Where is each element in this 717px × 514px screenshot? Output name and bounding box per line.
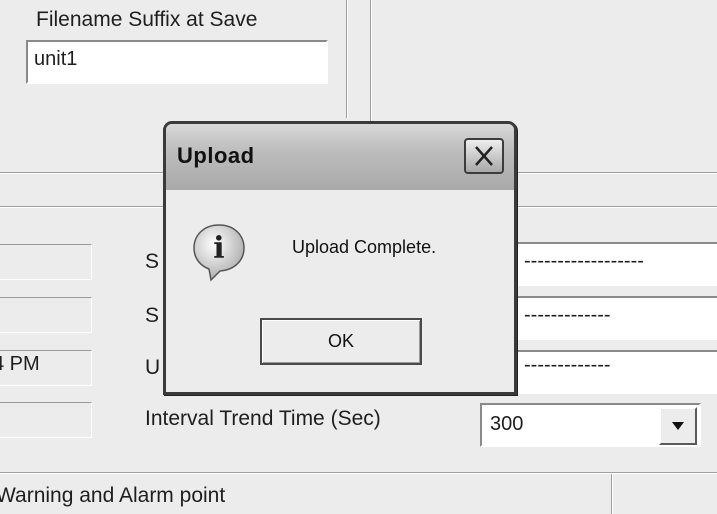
left-field-4-value (0, 403, 91, 407)
left-field-4[interactable] (0, 402, 92, 438)
bottom-divider (611, 474, 613, 514)
dialog-message: Upload Complete. (292, 237, 437, 257)
interval-trend-label: Interval Trend Time (Sec) (145, 407, 381, 430)
right-field-2[interactable]: ------------- (500, 296, 717, 340)
left-field-3[interactable]: 4 PM (0, 350, 92, 386)
svg-text:i: i (213, 231, 224, 266)
left-field-2[interactable] (0, 297, 92, 333)
filename-suffix-value: unit1 (34, 48, 78, 70)
dropdown-arrow-button[interactable] (659, 407, 697, 445)
warning-alarm-section-label: Warning and Alarm point (0, 484, 226, 507)
filename-suffix-label-text: Filename Suffix at Save (36, 8, 258, 31)
right-field-2-value: ------------- (524, 304, 611, 326)
upload-dialog: Upload i Upload Complete. OK (163, 121, 517, 395)
middle-label-3: U (145, 356, 161, 379)
middle-label-1: S (145, 250, 160, 273)
ok-button[interactable]: OK (260, 318, 422, 365)
top-divider-left (346, 0, 348, 118)
right-field-3-value: ------------- (524, 354, 611, 376)
right-field-1-value: ------------------ (524, 250, 644, 272)
close-icon (475, 146, 493, 166)
left-field-2-value (0, 298, 91, 302)
filename-suffix-label: Filename Suffix at Save (36, 8, 257, 32)
close-button[interactable] (464, 138, 504, 174)
info-icon: i (190, 221, 248, 283)
left-field-1-value (0, 245, 91, 249)
separator-3 (0, 472, 717, 474)
interval-trend-select[interactable]: 300 (480, 403, 701, 447)
right-field-3[interactable]: ------------- (500, 350, 717, 394)
dialog-titlebar[interactable]: Upload (166, 124, 514, 190)
middle-label-2: S (145, 304, 160, 327)
filename-suffix-input[interactable]: unit1 (26, 40, 328, 84)
left-field-1[interactable] (0, 244, 92, 280)
right-field-1[interactable]: ------------------ (500, 242, 717, 286)
left-field-3-value: 4 PM (0, 353, 40, 375)
dialog-title: Upload (177, 143, 255, 168)
chevron-down-icon (672, 422, 684, 430)
